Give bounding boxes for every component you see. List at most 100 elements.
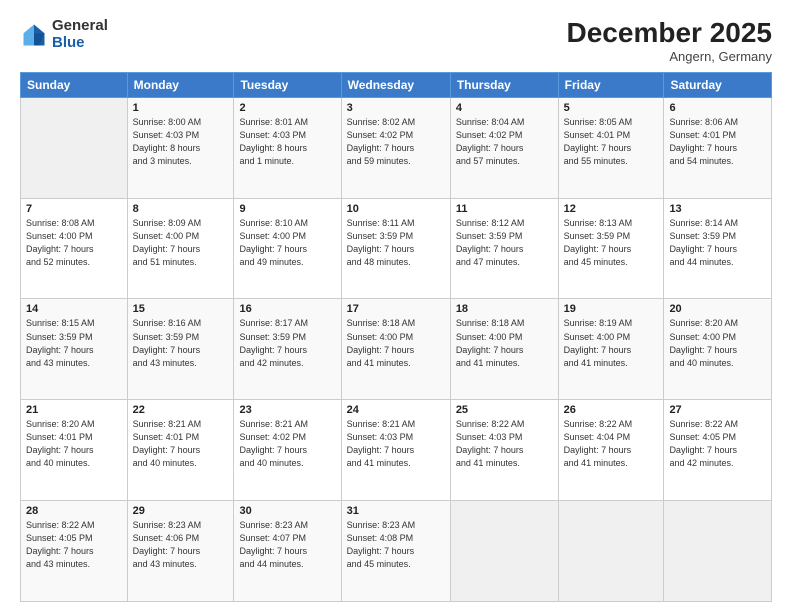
- day-number: 6: [669, 102, 766, 114]
- day-number: 14: [26, 303, 122, 315]
- table-row: 13Sunrise: 8:14 AM Sunset: 3:59 PM Dayli…: [664, 198, 772, 299]
- calendar-week-row: 21Sunrise: 8:20 AM Sunset: 4:01 PM Dayli…: [21, 400, 772, 501]
- day-info: Sunrise: 8:02 AM Sunset: 4:02 PM Dayligh…: [347, 116, 445, 168]
- header: General Blue December 2025 Angern, Germa…: [20, 18, 772, 64]
- day-info: Sunrise: 8:22 AM Sunset: 4:04 PM Dayligh…: [564, 418, 659, 470]
- day-number: 11: [456, 203, 553, 215]
- day-number: 24: [347, 404, 445, 416]
- day-info: Sunrise: 8:08 AM Sunset: 4:00 PM Dayligh…: [26, 217, 122, 269]
- day-info: Sunrise: 8:09 AM Sunset: 4:00 PM Dayligh…: [133, 217, 229, 269]
- table-row: 17 Sunrise: 8:18 AM Sunset: 4:00 PM Dayli…: [341, 299, 450, 400]
- day-info: Sunrise: 8:23 AM Sunset: 4:08 PM Dayligh…: [347, 519, 445, 571]
- day-info: Sunrise: 8:11 AM Sunset: 3:59 PM Dayligh…: [347, 217, 445, 269]
- table-row: 28Sunrise: 8:22 AM Sunset: 4:05 PM Dayli…: [21, 501, 128, 602]
- day-info: Sunrise: 8:13 AM Sunset: 3:59 PM Dayligh…: [564, 217, 659, 269]
- day-info: Sunrise: 8:18 AM Sunset: 4:00 PM Dayligh…: [347, 317, 445, 369]
- calendar-header-row: Sunday Monday Tuesday Wednesday Thursday…: [21, 72, 772, 97]
- day-info: Sunrise: 8:21 AM Sunset: 4:02 PM Dayligh…: [239, 418, 335, 470]
- header-thursday: Thursday: [450, 72, 558, 97]
- calendar-week-row: 1 Sunrise: 8:00 AM Sunset: 4:03 PM Daylig…: [21, 97, 772, 198]
- table-row: 16Sunrise: 8:17 AM Sunset: 3:59 PM Dayli…: [234, 299, 341, 400]
- table-row: 22 Sunrise: 8:21 AM Sunset: 4:01 PM Dayli…: [127, 400, 234, 501]
- table-row: 25 Sunrise: 8:22 AM Sunset: 4:03 PM Dayli…: [450, 400, 558, 501]
- table-row: 5 Sunrise: 8:05 AM Sunset: 4:01 PM Daylig…: [558, 97, 664, 198]
- header-tuesday: Tuesday: [234, 72, 341, 97]
- calendar-week-row: 14Sunrise: 8:15 AM Sunset: 3:59 PM Dayli…: [21, 299, 772, 400]
- day-number: 16: [239, 303, 335, 315]
- day-number: 5: [564, 102, 659, 114]
- table-row: 9 Sunrise: 8:10 AM Sunset: 4:00 PM Daylig…: [234, 198, 341, 299]
- logo-general-text: General: [52, 17, 108, 34]
- calendar-body: 1 Sunrise: 8:00 AM Sunset: 4:03 PM Daylig…: [21, 97, 772, 601]
- table-row: 6 Sunrise: 8:06 AM Sunset: 4:01 PM Daylig…: [664, 97, 772, 198]
- table-row: 18Sunrise: 8:18 AM Sunset: 4:00 PM Dayli…: [450, 299, 558, 400]
- table-row: [21, 97, 128, 198]
- day-number: 8: [133, 203, 229, 215]
- day-info: Sunrise: 8:23 AM Sunset: 4:06 PM Dayligh…: [133, 519, 229, 571]
- day-info: Sunrise: 8:23 AM Sunset: 4:07 PM Dayligh…: [239, 519, 335, 571]
- day-info: Sunrise: 8:19 AM Sunset: 4:00 PM Dayligh…: [564, 317, 659, 369]
- day-info: Sunrise: 8:22 AM Sunset: 4:05 PM Dayligh…: [669, 418, 766, 470]
- header-sunday: Sunday: [21, 72, 128, 97]
- day-number: 19: [564, 303, 659, 315]
- location-subtitle: Angern, Germany: [567, 49, 772, 64]
- day-info: Sunrise: 8:20 AM Sunset: 4:00 PM Dayligh…: [669, 317, 766, 369]
- header-monday: Monday: [127, 72, 234, 97]
- table-row: 2Sunrise: 8:01 AM Sunset: 4:03 PM Daylig…: [234, 97, 341, 198]
- table-row: 26 Sunrise: 8:22 AM Sunset: 4:04 PM Dayli…: [558, 400, 664, 501]
- day-number: 28: [26, 505, 122, 517]
- table-row: 4Sunrise: 8:04 AM Sunset: 4:02 PM Daylig…: [450, 97, 558, 198]
- calendar-week-row: 28Sunrise: 8:22 AM Sunset: 4:05 PM Dayli…: [21, 501, 772, 602]
- table-row: [450, 501, 558, 602]
- day-number: 30: [239, 505, 335, 517]
- day-number: 17: [347, 303, 445, 315]
- day-number: 22: [133, 404, 229, 416]
- table-row: 11Sunrise: 8:12 AM Sunset: 3:59 PM Dayli…: [450, 198, 558, 299]
- day-number: 7: [26, 203, 122, 215]
- day-number: 25: [456, 404, 553, 416]
- day-info: Sunrise: 8:05 AM Sunset: 4:01 PM Dayligh…: [564, 116, 659, 168]
- day-info: Sunrise: 8:21 AM Sunset: 4:01 PM Dayligh…: [133, 418, 229, 470]
- table-row: [558, 501, 664, 602]
- day-number: 29: [133, 505, 229, 517]
- logo-blue-text: Blue: [52, 34, 85, 51]
- logo-text: General Blue: [52, 18, 108, 51]
- table-row: 8 Sunrise: 8:09 AM Sunset: 4:00 PM Daylig…: [127, 198, 234, 299]
- day-number: 1: [133, 102, 229, 114]
- day-number: 3: [347, 102, 445, 114]
- day-number: 10: [347, 203, 445, 215]
- table-row: 12 Sunrise: 8:13 AM Sunset: 3:59 PM Dayli…: [558, 198, 664, 299]
- table-row: 14Sunrise: 8:15 AM Sunset: 3:59 PM Dayli…: [21, 299, 128, 400]
- day-number: 20: [669, 303, 766, 315]
- page: General Blue December 2025 Angern, Germa…: [0, 0, 792, 612]
- table-row: 24Sunrise: 8:21 AM Sunset: 4:03 PM Dayli…: [341, 400, 450, 501]
- day-number: 23: [239, 404, 335, 416]
- table-row: 1 Sunrise: 8:00 AM Sunset: 4:03 PM Daylig…: [127, 97, 234, 198]
- table-row: 29 Sunrise: 8:23 AM Sunset: 4:06 PM Dayli…: [127, 501, 234, 602]
- day-number: 26: [564, 404, 659, 416]
- table-row: 15Sunrise: 8:16 AM Sunset: 3:59 PM Dayli…: [127, 299, 234, 400]
- day-info: Sunrise: 8:00 AM Sunset: 4:03 PM Dayligh…: [133, 116, 229, 168]
- day-number: 13: [669, 203, 766, 215]
- table-row: 27Sunrise: 8:22 AM Sunset: 4:05 PM Dayli…: [664, 400, 772, 501]
- day-number: 2: [239, 102, 335, 114]
- table-row: 3 Sunrise: 8:02 AM Sunset: 4:02 PM Daylig…: [341, 97, 450, 198]
- day-info: Sunrise: 8:16 AM Sunset: 3:59 PM Dayligh…: [133, 317, 229, 369]
- table-row: 7 Sunrise: 8:08 AM Sunset: 4:00 PM Daylig…: [21, 198, 128, 299]
- table-row: 30 Sunrise: 8:23 AM Sunset: 4:07 PM Dayli…: [234, 501, 341, 602]
- table-row: 20 Sunrise: 8:20 AM Sunset: 4:00 PM Dayli…: [664, 299, 772, 400]
- day-number: 9: [239, 203, 335, 215]
- table-row: 10 Sunrise: 8:11 AM Sunset: 3:59 PM Dayli…: [341, 198, 450, 299]
- day-info: Sunrise: 8:06 AM Sunset: 4:01 PM Dayligh…: [669, 116, 766, 168]
- day-info: Sunrise: 8:22 AM Sunset: 4:03 PM Dayligh…: [456, 418, 553, 470]
- day-info: Sunrise: 8:20 AM Sunset: 4:01 PM Dayligh…: [26, 418, 122, 470]
- table-row: 31Sunrise: 8:23 AM Sunset: 4:08 PM Dayli…: [341, 501, 450, 602]
- table-row: 21Sunrise: 8:20 AM Sunset: 4:01 PM Dayli…: [21, 400, 128, 501]
- logo: General Blue: [20, 18, 108, 51]
- day-info: Sunrise: 8:10 AM Sunset: 4:00 PM Dayligh…: [239, 217, 335, 269]
- table-row: [664, 501, 772, 602]
- calendar-table: Sunday Monday Tuesday Wednesday Thursday…: [20, 72, 772, 602]
- title-block: December 2025 Angern, Germany: [567, 18, 772, 64]
- logo-icon: [20, 21, 48, 49]
- day-number: 12: [564, 203, 659, 215]
